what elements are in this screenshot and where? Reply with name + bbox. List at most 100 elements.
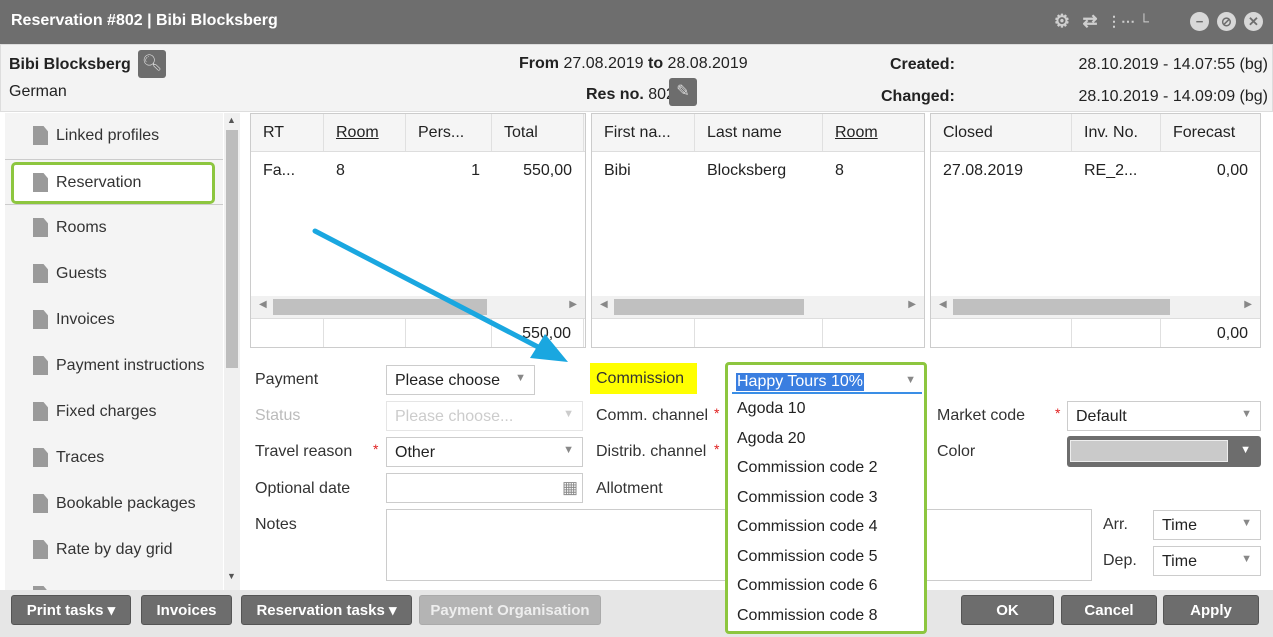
search-profile-button[interactable]: 🔍︎: [138, 50, 166, 78]
minimize-icon[interactable]: −: [1190, 12, 1209, 31]
invoices-button[interactable]: Invoices: [141, 595, 232, 625]
col-room[interactable]: Room: [324, 114, 406, 151]
market-code-value: Default: [1076, 408, 1127, 425]
dropdown-option[interactable]: Commission code 6: [737, 577, 878, 595]
horizontal-scrollbar[interactable]: ◀ ▶: [251, 296, 585, 318]
document-icon: [33, 218, 48, 237]
travel-reason-label: Travel reason: [255, 443, 353, 460]
tree-icon[interactable]: ⋮⋯: [1107, 11, 1135, 31]
dropdown-option[interactable]: Commission code 8: [737, 607, 878, 625]
edit-icon[interactable]: ✎: [669, 78, 697, 106]
sidebar-item-guests[interactable]: Guests: [5, 251, 223, 297]
close-icon[interactable]: ✕: [1244, 12, 1263, 31]
ok-button[interactable]: OK: [961, 595, 1054, 625]
reservation-header: Bibi Blocksberg 🔍︎ German From 27.08.201…: [0, 44, 1273, 112]
chevron-down-icon: ▼: [1241, 553, 1252, 565]
status-value: Please choose...: [395, 408, 514, 425]
scroll-down-icon[interactable]: ▼: [227, 571, 236, 581]
market-code-select[interactable]: Default ▼: [1067, 401, 1261, 431]
dropdown-option[interactable]: Agoda 20: [737, 430, 806, 448]
commission-select[interactable]: Happy Tours 10% ▼: [732, 367, 922, 394]
col-first-name[interactable]: First na...: [592, 114, 695, 151]
dropdown-option[interactable]: Commission code 5: [737, 548, 878, 566]
col-forecast[interactable]: Forecast: [1161, 114, 1260, 151]
status-label: Status: [255, 407, 301, 424]
horizontal-scrollbar[interactable]: ◀ ▶: [931, 296, 1260, 318]
sidebar-item-invoices[interactable]: Invoices: [5, 297, 223, 343]
status-select[interactable]: Please choose... ▼: [386, 401, 583, 431]
col-room[interactable]: Room: [823, 114, 924, 151]
table-footer: [592, 318, 924, 347]
dropdown-option[interactable]: Commission code 2: [737, 459, 878, 477]
cancel-button[interactable]: Cancel: [1061, 595, 1157, 625]
restore-icon[interactable]: ⊘: [1217, 12, 1236, 31]
print-tasks-button[interactable]: Print tasks ▾: [11, 595, 131, 625]
required-marker: *: [1055, 405, 1061, 421]
col-total[interactable]: Total: [492, 114, 584, 151]
sidebar-item-reservation[interactable]: Reservation: [5, 159, 223, 205]
optional-date-label: Optional date: [255, 480, 351, 497]
sidebar: Linked profiles Reservation Rooms Guests…: [5, 113, 223, 590]
chevron-down-icon: ▼: [1241, 517, 1252, 529]
table-header: RT Room Pers... Total: [251, 114, 585, 152]
table-header: First na... Last name Room: [592, 114, 924, 152]
col-inv-no[interactable]: Inv. No.: [1072, 114, 1161, 151]
guest-name: Bibi Blocksberg: [9, 56, 131, 73]
document-icon: [33, 173, 48, 192]
required-marker: *: [714, 441, 720, 457]
swap-icon[interactable]: ⇄: [1080, 11, 1100, 31]
col-persons[interactable]: Pers...: [406, 114, 492, 151]
market-code-label: Market code: [937, 407, 1026, 424]
sidebar-item-rate-by-day-grid[interactable]: Rate by day grid: [5, 527, 223, 573]
document-icon: [33, 356, 48, 375]
cell-forecast: 0,00: [1216, 162, 1248, 179]
arrival-time-select[interactable]: Time ▼: [1153, 510, 1261, 540]
from-label: From: [519, 55, 559, 72]
table-row[interactable]: Bibi Blocksberg 8: [592, 152, 924, 184]
optional-date-input[interactable]: ▦: [386, 473, 583, 503]
commission-dropdown[interactable]: Happy Tours 10% ▼ Agoda 10 Agoda 20 Comm…: [725, 362, 927, 634]
payment-select[interactable]: Please choose ▼: [386, 365, 535, 395]
res-no-label: Res no.: [586, 86, 644, 103]
table-footer: 550,00: [251, 318, 585, 347]
guest-language: German: [9, 83, 67, 100]
apply-button[interactable]: Apply: [1163, 595, 1259, 625]
col-last-name[interactable]: Last name: [695, 114, 823, 151]
invoices-table: Closed Inv. No. Forecast 27.08.2019 RE_2…: [930, 113, 1261, 348]
departure-time-select[interactable]: Time ▼: [1153, 546, 1261, 576]
hierarchy-icon[interactable]: └: [1134, 11, 1154, 31]
document-icon: [33, 540, 48, 559]
dropdown-option[interactable]: Commission code 4: [737, 518, 878, 536]
dropdown-option[interactable]: Commission code 3: [737, 489, 878, 507]
sidebar-item-rooms[interactable]: Rooms: [5, 205, 223, 251]
calendar-icon[interactable]: ▦: [562, 478, 578, 498]
col-rt[interactable]: RT: [251, 114, 324, 151]
chevron-down-icon: ▼: [1240, 444, 1251, 456]
dropdown-option[interactable]: Agoda 10: [737, 400, 806, 418]
sidebar-item-fixed-charges[interactable]: Fixed charges: [5, 389, 223, 435]
travel-reason-select[interactable]: Other ▼: [386, 437, 583, 467]
col-closed[interactable]: Closed: [931, 114, 1072, 151]
chevron-down-icon: ▼: [1241, 408, 1252, 420]
payment-organisation-button[interactable]: Payment Organisation: [419, 595, 601, 625]
sidebar-item-linked-profiles[interactable]: Linked profiles: [5, 113, 223, 159]
cell-persons: 1: [471, 162, 480, 179]
sidebar-item-payment-instructions[interactable]: Payment instructions: [5, 343, 223, 389]
table-row[interactable]: 27.08.2019 RE_2... 0,00: [931, 152, 1260, 184]
gear-icon[interactable]: ⚙: [1052, 11, 1072, 31]
sidebar-item-traces[interactable]: Traces: [5, 435, 223, 481]
sidebar-item-label: Reservation: [56, 174, 142, 191]
reservation-tasks-button[interactable]: Reservation tasks ▾: [241, 595, 412, 625]
horizontal-scrollbar[interactable]: ◀ ▶: [592, 296, 924, 318]
sidebar-item-bookable-packages[interactable]: Bookable packages: [5, 481, 223, 527]
departure-time-value: Time: [1162, 553, 1197, 570]
scroll-up-icon[interactable]: ▲: [227, 115, 236, 125]
chevron-down-icon: ▼: [563, 408, 574, 420]
table-row[interactable]: Fa... 8 1 550,00: [251, 152, 585, 184]
sidebar-scroll-thumb[interactable]: [226, 130, 238, 368]
window-title: Reservation #802 | Bibi Blocksberg: [11, 12, 278, 29]
table-footer: 0,00: [931, 318, 1260, 347]
created-label: Created:: [890, 56, 955, 73]
payment-label: Payment: [255, 371, 319, 388]
color-picker[interactable]: ▼: [1067, 436, 1261, 467]
